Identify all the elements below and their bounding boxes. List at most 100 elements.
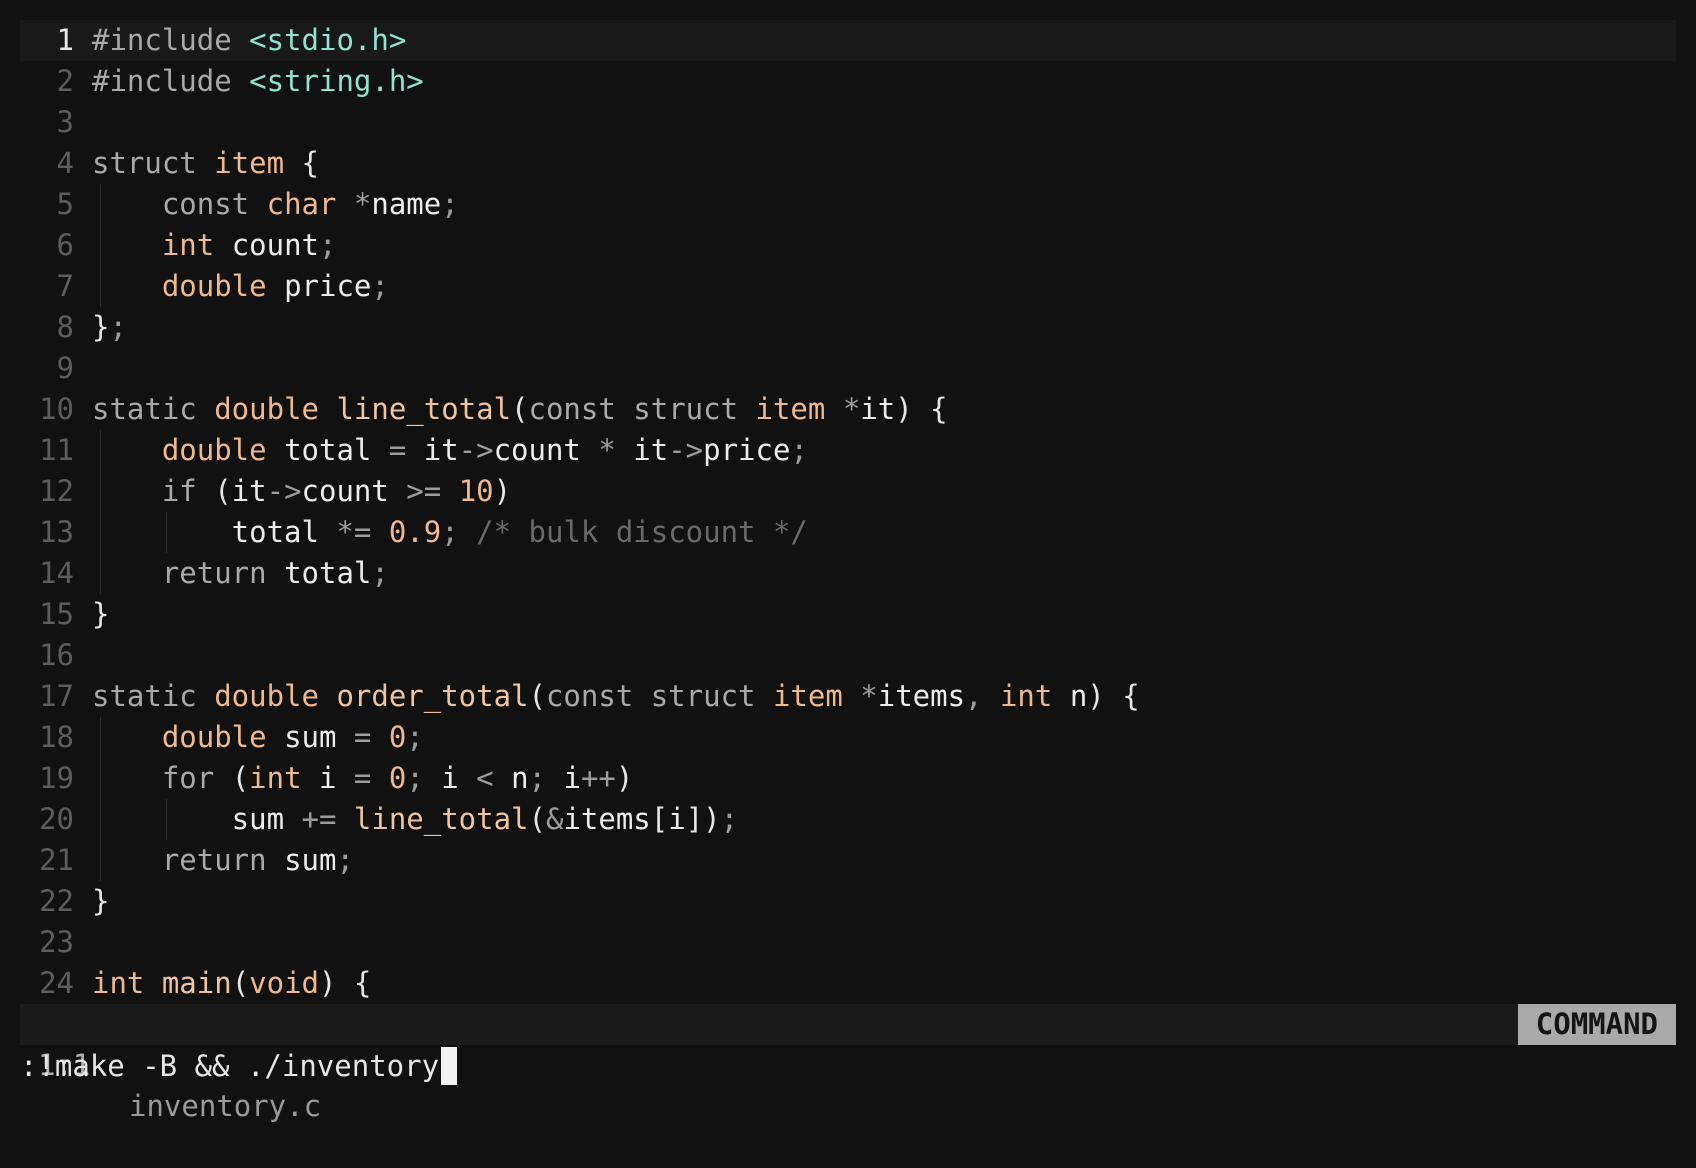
line-number: 24 [39, 966, 74, 1000]
code-line[interactable]: 20 sum += line_total(&items[i]); [20, 799, 1676, 840]
code-token: const struct [528, 392, 756, 426]
code-token: total [284, 556, 372, 590]
code-token: ) { [1087, 679, 1140, 713]
code-token: void [249, 966, 319, 1000]
code-token: for [92, 761, 232, 795]
code-line[interactable]: 12 if (it->count >= 10) [20, 471, 1676, 512]
code-line[interactable]: 13 total *= 0.9; /* bulk discount */ [20, 512, 1676, 553]
code-token: static [92, 679, 215, 713]
code-token: return [92, 843, 285, 877]
code-line[interactable]: 1 #include <stdio.h> [20, 20, 1676, 61]
code-text: if (it->count >= 10) [92, 471, 511, 512]
code-editor[interactable]: 1 #include <stdio.h> 2 #include <string.h> 3… [20, 20, 1676, 1004]
code-token: ; [319, 228, 337, 262]
line-number: 22 [39, 884, 74, 918]
code-token: int [249, 761, 319, 795]
code-line[interactable]: 6 int count; [20, 225, 1676, 266]
code-token: i [563, 761, 581, 795]
code-token: i [668, 802, 686, 836]
code-token: struct [92, 146, 215, 180]
code-token: 10 [458, 474, 494, 508]
code-token: ( [511, 392, 529, 426]
code-token: char [266, 187, 354, 221]
command-line[interactable]: :!make -B && ./inventory [20, 1046, 458, 1087]
code-token: /* bulk discount */ [476, 515, 808, 549]
code-token: static [92, 392, 215, 426]
code-token: ++ [580, 761, 616, 795]
code-token: 0.9 [388, 515, 442, 549]
code-token: ( [528, 679, 546, 713]
line-number: 14 [39, 556, 74, 590]
code-token: main [161, 966, 232, 1000]
code-line[interactable]: 18 double sum = 0; [20, 717, 1676, 758]
code-token: total [284, 433, 389, 467]
line-number: 4 [56, 146, 74, 180]
code-line[interactable]: 11 double total = it->count * it->price; [20, 430, 1676, 471]
line-number: 16 [39, 638, 74, 672]
line-number: 19 [39, 761, 74, 795]
code-line[interactable]: 3 [20, 102, 1676, 143]
code-token: count [231, 228, 319, 262]
code-token: it [633, 433, 669, 467]
code-token: total [92, 515, 337, 549]
line-number: 7 [56, 269, 74, 303]
code-token: <stdio.h> [249, 23, 407, 57]
code-line[interactable]: 23 [20, 922, 1676, 963]
code-text: static double line_total(const struct it… [92, 389, 948, 430]
code-line[interactable]: 2 #include <string.h> [20, 61, 1676, 102]
code-line[interactable]: 7 double price; [20, 266, 1676, 307]
code-token: double [214, 679, 337, 713]
code-line[interactable]: 17 static double order_total(const struct… [20, 676, 1676, 717]
code-line[interactable]: 5 const char *name; [20, 184, 1676, 225]
code-token: line_total [353, 802, 529, 836]
code-line[interactable]: 19 for (int i = 0; i < n; i++) [20, 758, 1676, 799]
code-line[interactable]: 24 int main(void) { [20, 963, 1676, 1004]
mode-badge: COMMAND [1517, 1004, 1676, 1045]
code-token: * [598, 433, 634, 467]
line-number: 18 [39, 720, 74, 754]
code-token: it [423, 433, 459, 467]
code-token: ; [109, 310, 127, 344]
code-line[interactable]: 16 [20, 635, 1676, 676]
code-line[interactable]: 9 [20, 348, 1676, 389]
line-number: 23 [39, 925, 74, 959]
code-text: static double order_total(const struct i… [92, 676, 1140, 717]
code-text: #include <stdio.h> [92, 20, 406, 61]
line-number: 17 [39, 679, 74, 713]
code-line[interactable]: 10 static double line_total(const struct … [20, 389, 1676, 430]
code-token: ; [406, 720, 424, 754]
code-text: for (int i = 0; i < n; i++) [92, 758, 634, 799]
status-bar: 1:1 inventory.c COMMAND [20, 1004, 1676, 1123]
code-text: double total = it->count * it->price; [92, 430, 808, 471]
code-token: -> [668, 433, 704, 467]
code-token: price [703, 433, 791, 467]
code-token: ; [406, 761, 442, 795]
code-token: , [965, 679, 1000, 713]
code-token: items [563, 802, 651, 836]
code-token: 0 [388, 761, 407, 795]
code-token: >= [406, 474, 459, 508]
line-number: 11 [39, 433, 74, 467]
code-token: double [92, 269, 285, 303]
code-text: double price; [92, 266, 389, 307]
code-token: ; [720, 802, 739, 836]
code-line[interactable]: 21 return sum; [20, 840, 1676, 881]
code-line[interactable]: 14 return total; [20, 553, 1676, 594]
code-line[interactable]: 8}; [20, 307, 1676, 348]
code-token: n [511, 761, 529, 795]
code-text: const char *name; [92, 184, 459, 225]
code-token: i [319, 761, 354, 795]
code-token: * [353, 187, 372, 221]
code-token: sum [284, 843, 337, 877]
line-number: 21 [39, 843, 74, 877]
code-token: const [92, 187, 267, 221]
code-line[interactable]: 22} [20, 881, 1676, 922]
status-filename: inventory.c [129, 1089, 322, 1123]
code-token: it [231, 474, 267, 508]
code-token: n [1069, 679, 1088, 713]
code-text: sum += line_total(&items[i]); [92, 799, 738, 840]
code-text: }; [92, 307, 127, 348]
code-token: it [860, 392, 896, 426]
code-line[interactable]: 15} [20, 594, 1676, 635]
code-line[interactable]: 4 struct item { [20, 143, 1676, 184]
